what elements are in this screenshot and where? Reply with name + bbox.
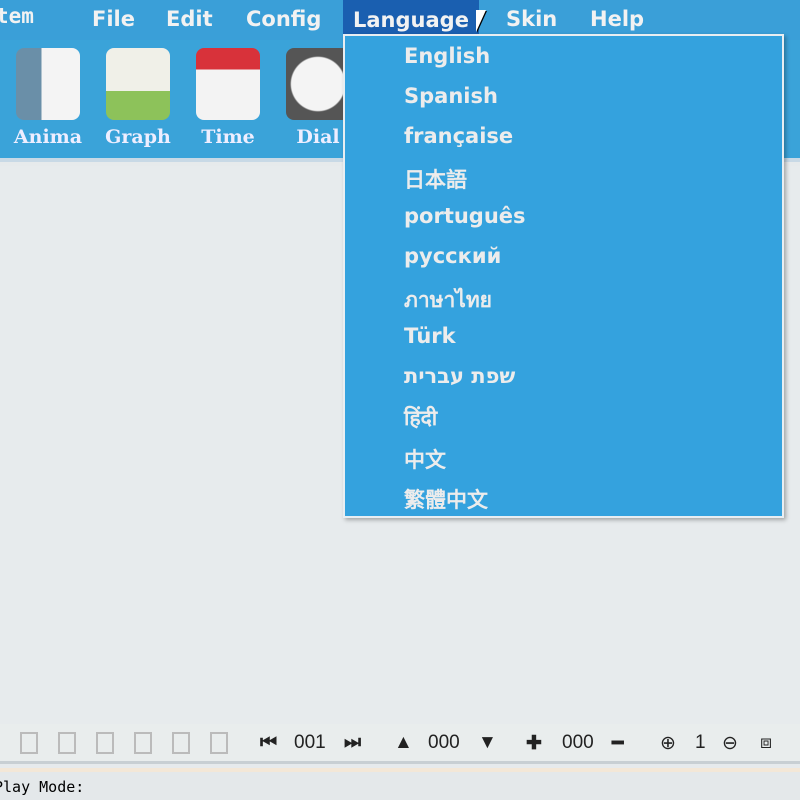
menu-edit[interactable]: Edit xyxy=(166,7,213,31)
menu-config[interactable]: Config xyxy=(246,7,321,31)
tool-time[interactable]: Time xyxy=(185,48,271,148)
tool-anima[interactable]: Anima xyxy=(5,48,91,148)
menu-file[interactable]: File xyxy=(92,7,135,31)
lang-spanish[interactable]: Spanish xyxy=(404,84,498,108)
lang-chinese-traditional[interactable]: 繁體中文 xyxy=(404,484,488,514)
lang-turkish[interactable]: Türk xyxy=(404,324,456,348)
bottom-toolbar: ⏮ 001 ⏭ ▲ 000 ▼ ✚ 000 ━ ⊕ 1 ⊖ ⧈ xyxy=(0,724,800,764)
layout-3-icon[interactable] xyxy=(96,732,114,754)
layout-5-icon[interactable] xyxy=(172,732,190,754)
layout-2-icon[interactable] xyxy=(58,732,76,754)
clock-icon xyxy=(286,48,350,120)
last-frame-icon[interactable]: ⏭ xyxy=(344,732,361,754)
down-arrow-icon[interactable]: ▼ xyxy=(478,732,497,754)
calendar-clock-icon xyxy=(196,48,260,120)
up-arrow-icon[interactable]: ▲ xyxy=(394,732,413,754)
language-dropdown: English Spanish française 日本語 português … xyxy=(343,34,784,518)
app-name: tem xyxy=(0,4,34,28)
layout-4-icon[interactable] xyxy=(134,732,152,754)
folder-graph-icon xyxy=(106,48,170,120)
film-reel-icon xyxy=(16,48,80,120)
frame-value: 001 xyxy=(294,732,326,753)
play-mode-label: Play Mode: xyxy=(0,778,85,796)
menu-skin[interactable]: Skin xyxy=(506,7,557,31)
lang-hebrew[interactable]: שפת עברית xyxy=(404,364,515,388)
lang-hindi[interactable]: हिंदी xyxy=(404,404,437,432)
lang-japanese[interactable]: 日本語 xyxy=(404,164,467,194)
first-frame-icon[interactable]: ⏮ xyxy=(260,732,277,754)
zoom-out-icon[interactable]: ⊖ xyxy=(722,732,738,755)
zoom-value: 1 xyxy=(695,732,706,753)
lang-russian[interactable]: русский xyxy=(404,244,501,268)
lang-english[interactable]: English xyxy=(404,44,490,68)
zoom-in-icon[interactable]: ⊕ xyxy=(660,732,676,755)
layout-1-icon[interactable] xyxy=(20,732,38,754)
minus-icon[interactable]: ━ xyxy=(612,732,623,755)
level-value: 000 xyxy=(428,732,460,753)
lang-thai[interactable]: ภาษาไทย xyxy=(404,284,492,317)
lang-portuguese[interactable]: português xyxy=(404,204,526,228)
tool-graph[interactable]: Graph xyxy=(95,48,181,148)
layout-6-icon[interactable] xyxy=(210,732,228,754)
count-value: 000 xyxy=(562,732,594,753)
status-bar: Play Mode: xyxy=(0,768,800,800)
lang-chinese-simplified[interactable]: 中文 xyxy=(404,444,446,474)
lang-french[interactable]: française xyxy=(404,124,513,148)
menu-help[interactable]: Help xyxy=(590,7,644,31)
fit-icon[interactable]: ⧈ xyxy=(760,732,772,754)
mouse-cursor-icon xyxy=(476,10,486,32)
plus-icon[interactable]: ✚ xyxy=(526,732,542,755)
